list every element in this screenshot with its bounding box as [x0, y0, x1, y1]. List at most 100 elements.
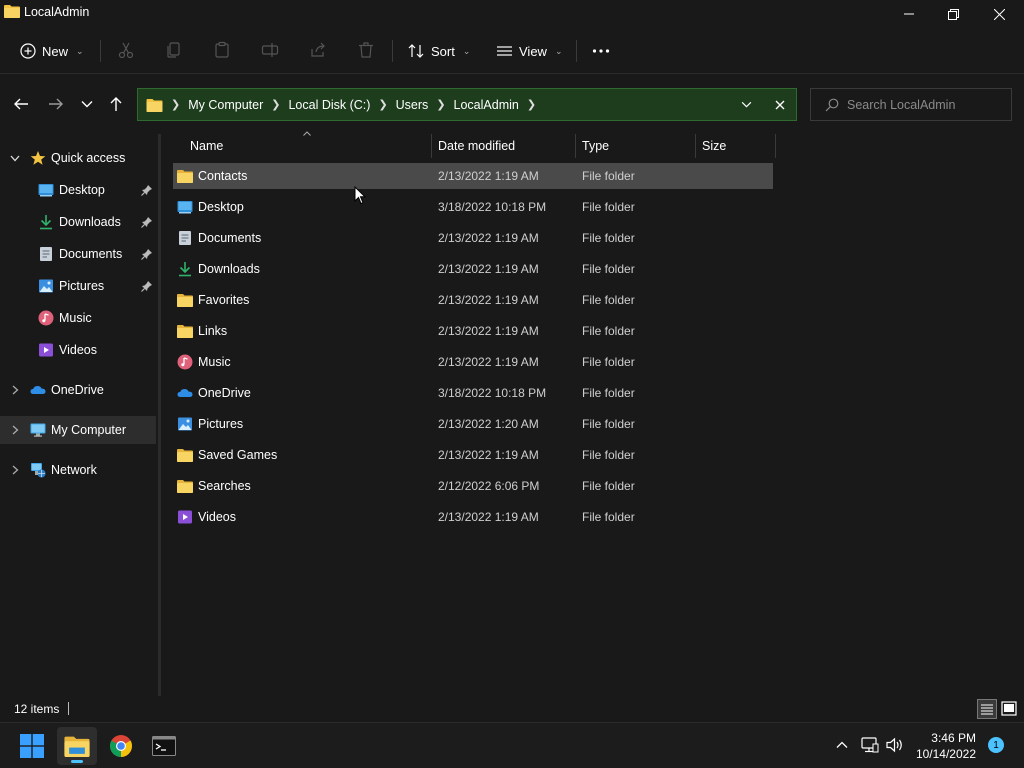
column-divider[interactable] [431, 134, 432, 158]
table-row[interactable]: Favorites 2/13/2022 1:19 AM File folder [173, 287, 773, 313]
folder-icon [4, 5, 20, 18]
speaker-icon [886, 737, 902, 753]
chevron-right-icon[interactable]: ❯ [436, 98, 445, 111]
column-header-date[interactable]: Date modified [438, 134, 515, 158]
sidebar-item-music[interactable]: Music [0, 304, 156, 332]
sidebar-item-network[interactable]: Network [0, 456, 156, 484]
sidebar-item-downloads[interactable]: Downloads [0, 208, 156, 236]
terminal-icon [152, 736, 176, 756]
forward-button[interactable] [46, 94, 66, 114]
sidebar-item-documents[interactable]: Documents [0, 240, 156, 268]
folder-icon [177, 325, 193, 338]
table-row[interactable]: Pictures 2/13/2022 1:20 AM File folder [173, 411, 773, 437]
onedrive-icon [177, 389, 193, 397]
sort-button[interactable]: Sort ⌄ [408, 36, 470, 66]
taskbar-terminal[interactable] [144, 727, 184, 765]
view-button[interactable]: View ⌄ [496, 36, 563, 66]
share-icon[interactable] [309, 41, 327, 59]
chevron-down-icon[interactable] [741, 101, 752, 108]
column-header-type[interactable]: Type [582, 134, 609, 158]
cut-icon[interactable] [117, 41, 135, 59]
chevron-down-icon: ⌄ [76, 45, 84, 56]
window-title: LocalAdmin [24, 5, 90, 19]
column-divider[interactable] [775, 134, 776, 158]
paste-icon[interactable] [213, 41, 231, 59]
column-header-name[interactable]: Name [190, 134, 223, 158]
navigation-row: ❯ My Computer ❯ Local Disk (C:) ❯ Users … [0, 74, 1024, 134]
system-clock[interactable]: 3:46 PM 10/14/2022 [910, 730, 976, 762]
divider [68, 702, 69, 715]
minimize-button[interactable] [886, 0, 932, 28]
sidebar-item-desktop[interactable]: Desktop [0, 176, 156, 204]
table-row[interactable]: Videos 2/13/2022 1:19 AM File folder [173, 504, 773, 530]
delete-icon[interactable] [357, 41, 375, 59]
file-date: 2/13/2022 1:20 AM [438, 417, 539, 431]
breadcrumb-my-computer[interactable]: My Computer [188, 98, 263, 112]
table-row[interactable]: Saved Games 2/13/2022 1:19 AM File folde… [173, 442, 773, 468]
file-date: 2/13/2022 1:19 AM [438, 448, 539, 462]
taskbar-chrome[interactable] [101, 727, 141, 765]
search-box[interactable] [810, 88, 1012, 121]
folder-icon [146, 98, 163, 112]
more-options-button[interactable] [592, 36, 610, 66]
divider [576, 40, 577, 62]
expand-chevron-icon[interactable] [9, 424, 21, 436]
documents-icon [179, 231, 191, 245]
rename-icon[interactable] [261, 41, 279, 59]
taskbar-file-explorer[interactable] [57, 727, 97, 765]
show-hidden-icons-button[interactable] [832, 735, 852, 755]
sidebar-item-quick-access[interactable]: Quick access [0, 144, 156, 172]
breadcrumb-local-disk[interactable]: Local Disk (C:) [288, 98, 370, 112]
restore-button[interactable] [930, 0, 976, 28]
arrow-up-icon [110, 97, 122, 111]
breadcrumb-users[interactable]: Users [396, 98, 429, 112]
sidebar-item-my-computer[interactable]: My Computer [0, 416, 156, 444]
table-row[interactable]: Desktop 3/18/2022 10:18 PM File folder [173, 194, 773, 220]
sidebar-item-label: Downloads [59, 215, 121, 229]
recent-locations-button[interactable] [77, 94, 97, 114]
column-divider[interactable] [575, 134, 576, 158]
table-row[interactable]: OneDrive 3/18/2022 10:18 PM File folder [173, 380, 773, 406]
address-bar[interactable]: ❯ My Computer ❯ Local Disk (C:) ❯ Users … [137, 88, 797, 121]
sidebar-item-pictures[interactable]: Pictures [0, 272, 156, 300]
chevron-right-icon[interactable]: ❯ [271, 98, 280, 111]
table-row[interactable]: Downloads 2/13/2022 1:19 AM File folder [173, 256, 773, 282]
copy-icon[interactable] [165, 41, 183, 59]
sidebar-item-label: Network [51, 463, 97, 477]
chevron-right-icon[interactable]: ❯ [378, 98, 387, 111]
clear-icon[interactable] [775, 100, 785, 110]
breadcrumb-localadmin[interactable]: LocalAdmin [454, 98, 519, 112]
table-row[interactable]: Searches 2/12/2022 6:06 PM File folder [173, 473, 773, 499]
close-button[interactable] [976, 0, 1022, 28]
table-row[interactable]: Links 2/13/2022 1:19 AM File folder [173, 318, 773, 344]
column-divider[interactable] [695, 134, 696, 158]
file-name: OneDrive [198, 386, 251, 400]
up-button[interactable] [106, 94, 126, 114]
details-view-icon[interactable] [977, 699, 997, 719]
sidebar-item-label: Videos [59, 343, 97, 357]
expand-chevron-icon[interactable] [9, 464, 21, 476]
new-button[interactable]: New ⌄ [20, 36, 84, 66]
sidebar-item-videos[interactable]: Videos [0, 336, 156, 364]
table-row[interactable]: Documents 2/13/2022 1:19 AM File folder [173, 225, 773, 251]
back-button[interactable] [11, 94, 31, 114]
network-status-button[interactable] [860, 735, 880, 755]
notification-badge[interactable]: 1 [988, 737, 1004, 753]
search-input[interactable] [847, 97, 997, 112]
volume-button[interactable] [885, 735, 905, 755]
table-row[interactable]: Contacts 2/13/2022 1:19 AM File folder [173, 163, 773, 189]
large-icons-view-icon[interactable] [1000, 700, 1018, 718]
onedrive-icon [30, 386, 46, 394]
music-icon [38, 310, 54, 326]
expand-chevron-icon[interactable] [9, 384, 21, 396]
pin-icon [141, 249, 152, 260]
table-row[interactable]: Music 2/13/2022 1:19 AM File folder [173, 349, 773, 375]
sort-icon [408, 44, 424, 58]
sidebar-item-onedrive[interactable]: OneDrive [0, 376, 156, 404]
chevron-right-icon[interactable]: ❯ [527, 98, 536, 111]
expand-chevron-icon[interactable] [9, 152, 21, 164]
column-header-size[interactable]: Size [702, 134, 726, 158]
start-button[interactable] [12, 727, 52, 765]
file-name: Music [198, 355, 231, 369]
file-type: File folder [582, 169, 635, 183]
